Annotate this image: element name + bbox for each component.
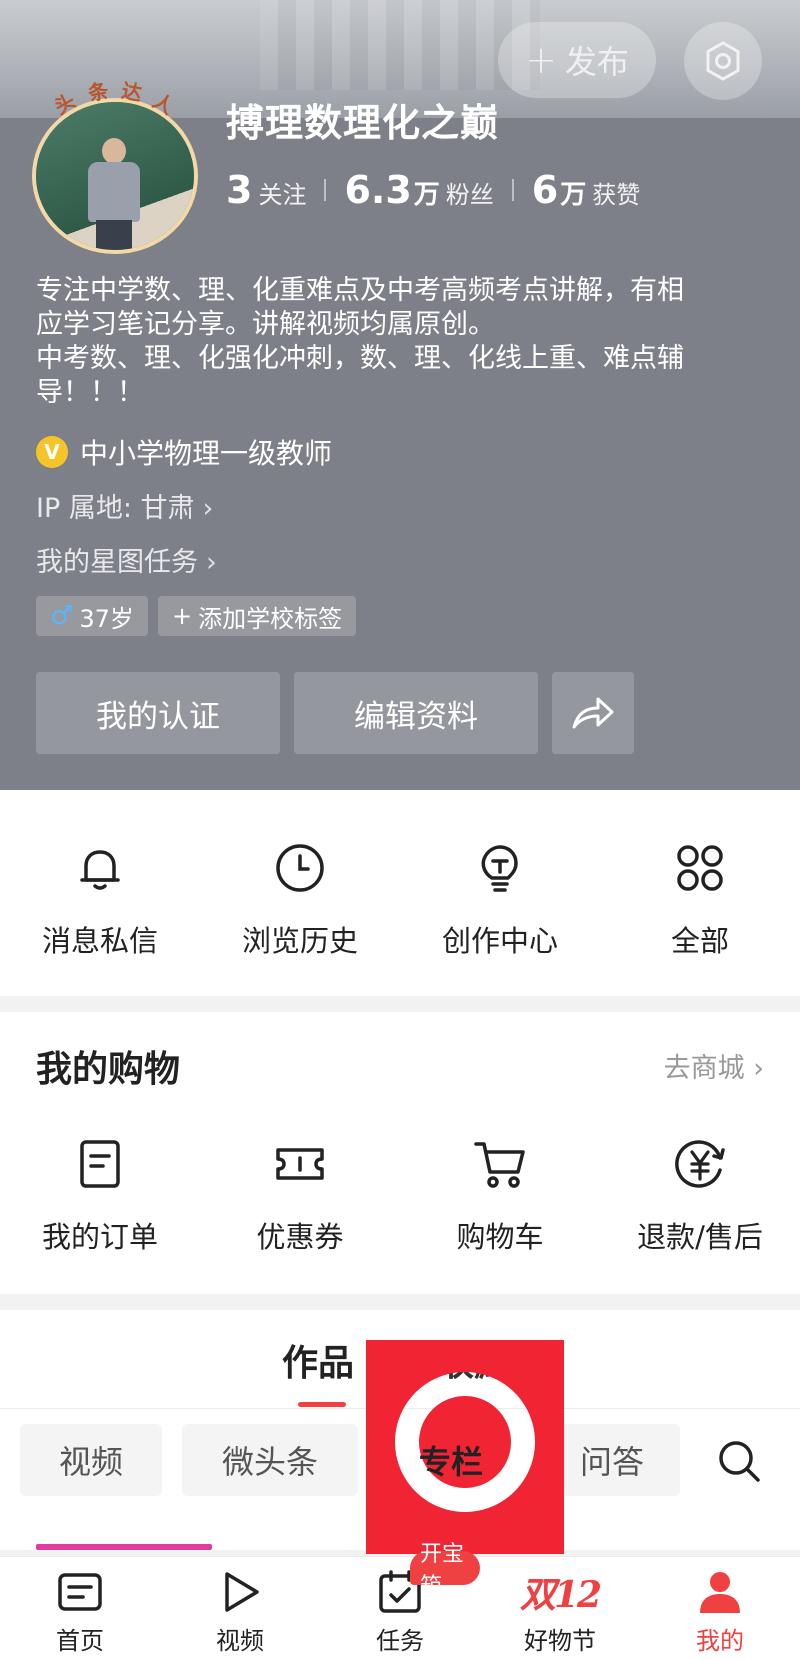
coupon-icon <box>270 1134 330 1194</box>
chip-qa[interactable]: 问答 <box>544 1424 680 1496</box>
plus-icon: + <box>172 602 193 630</box>
male-icon: ♂ <box>50 601 74 631</box>
followers-label[interactable]: 粉丝 <box>446 175 494 210</box>
bio-line: 应学习笔记分享。讲解视频均属原创。 <box>36 309 495 340</box>
shopping-coupons[interactable]: 优惠券 <box>200 1134 400 1256</box>
edit-profile-button[interactable]: 编辑资料 <box>294 672 538 754</box>
bell-icon <box>70 838 130 898</box>
profile-header: + 发布 头 条 达 人 搏理数理化之巅 3 关注 6.3 万 粉丝 6 万 获… <box>0 0 800 790</box>
chevron-right-icon: › <box>202 493 214 524</box>
profile-bio: 专注中学数、理、化重难点及中考高频考点讲解，有相 应学习笔记分享。讲解视频均属原… <box>36 274 766 410</box>
username: 搏理数理化之巅 <box>226 101 500 145</box>
chevron-right-icon: › <box>206 547 217 578</box>
quick-action-label: 浏览历史 <box>241 924 358 958</box>
share-button[interactable] <box>552 672 634 754</box>
chip-micro-post[interactable]: 微头条 <box>182 1424 358 1496</box>
lightbulb-icon <box>470 838 530 898</box>
search-icon[interactable] <box>716 1438 762 1484</box>
shopping-item-label: 购物车 <box>456 1220 544 1254</box>
star-task-link[interactable]: 我的星图任务 › <box>36 540 217 579</box>
chip-video[interactable]: 视频 <box>20 1424 162 1496</box>
go-to-mall-link[interactable]: 去商城 › <box>664 1046 764 1085</box>
shopping-item-label: 退款/售后 <box>637 1220 763 1254</box>
bio-line: 中考数、理、化强化冲刺，数、理、化线上重、难点辅 <box>36 343 684 374</box>
cart-icon <box>470 1134 530 1194</box>
following-label[interactable]: 关注 <box>258 175 306 210</box>
promo-logo-text: 双12 <box>519 1574 602 1616</box>
promo-logo: 双12 <box>510 1569 610 1616</box>
publish-label: 发布 <box>564 43 629 81</box>
bottom-navigation: 首页 视频 任务 开宝箱 双12 好物节 我的 <box>0 1542 800 1660</box>
bio-line: 专注中学数、理、化重难点及中考高频考点讲解，有相 <box>36 275 684 306</box>
star-task-text: 我的星图任务 <box>36 547 198 578</box>
nav-label: 首页 <box>56 1627 104 1655</box>
quick-action-history[interactable]: 浏览历史 <box>200 838 400 960</box>
avatar[interactable]: 头 条 达 人 <box>32 78 202 254</box>
profile-stats: 3 关注 6.3 万 粉丝 6 万 获赞 <box>226 168 640 212</box>
likes-unit: 万 <box>560 180 587 210</box>
age-tag-label: 37岁 <box>79 604 134 633</box>
add-school-tag-button[interactable]: + 添加学校标签 <box>158 596 357 636</box>
nav-home[interactable]: 首页 <box>0 1557 160 1660</box>
shopping-refund[interactable]: 退款/售后 <box>600 1134 800 1256</box>
add-school-tag-label: 添加学校标签 <box>198 604 343 633</box>
following-count[interactable]: 3 <box>226 168 252 212</box>
share-icon <box>572 697 614 729</box>
followers-unit: 万 <box>413 180 440 210</box>
content-preview-strip <box>36 1544 212 1550</box>
likes-label[interactable]: 获赞 <box>592 175 640 210</box>
plus-icon: + <box>525 38 557 82</box>
verified-title: V 中小学物理一级教师 <box>36 432 332 472</box>
home-icon <box>56 1569 104 1615</box>
clock-icon <box>270 838 330 898</box>
followers-count[interactable]: 6.3 <box>344 168 411 212</box>
chip-column-label: 专栏 <box>418 1443 483 1481</box>
bio-line: 导！！！ <box>36 377 144 408</box>
shopping-item-label: 优惠券 <box>256 1220 344 1254</box>
grid-icon <box>670 838 730 898</box>
shopping-orders[interactable]: 我的订单 <box>0 1134 200 1256</box>
publish-button[interactable]: + 发布 <box>498 22 656 98</box>
go-to-mall-label: 去商城 <box>663 1053 745 1084</box>
age-tag: ♂ 37岁 <box>36 596 148 636</box>
nav-label: 视频 <box>216 1627 264 1655</box>
quick-action-creator-center[interactable]: 创作中心 <box>400 838 600 960</box>
tab-works[interactable]: 作品 <box>282 1334 354 1386</box>
certify-label: 我的认证 <box>96 698 220 735</box>
tab-active-indicator <box>298 1402 346 1407</box>
person-icon <box>696 1569 744 1615</box>
nav-me[interactable]: 我的 <box>640 1557 800 1660</box>
nav-label: 我的 <box>696 1627 744 1655</box>
verified-icon: V <box>36 436 68 468</box>
shopping-section: 我的购物 去商城 › 我的订单 优惠券 购物车 退款/售后 <box>0 1012 800 1294</box>
nav-label: 任务 <box>376 1627 424 1655</box>
quick-action-messages[interactable]: 消息私信 <box>0 838 200 960</box>
quick-actions: 消息私信 浏览历史 创作中心 全部 <box>0 790 800 996</box>
quick-action-label: 消息私信 <box>41 924 158 958</box>
chevron-right-icon: › <box>753 1053 764 1084</box>
shopping-cart[interactable]: 购物车 <box>400 1134 600 1256</box>
quick-action-label: 创作中心 <box>441 924 558 958</box>
nav-tasks[interactable]: 任务 开宝箱 <box>320 1542 480 1660</box>
order-icon <box>70 1134 130 1194</box>
settings-button[interactable] <box>684 22 762 100</box>
quick-action-all[interactable]: 全部 <box>600 838 800 960</box>
certify-button[interactable]: 我的认证 <box>36 672 280 754</box>
refund-icon <box>670 1134 730 1194</box>
shopping-title: 我的购物 <box>36 1049 181 1090</box>
edit-profile-label: 编辑资料 <box>354 698 478 735</box>
shopping-item-label: 我的订单 <box>41 1220 158 1254</box>
nav-shopping-festival[interactable]: 双12 好物节 <box>480 1557 640 1660</box>
likes-count[interactable]: 6 <box>532 168 558 212</box>
ip-location-text: IP 属地: 甘肃 <box>36 493 195 524</box>
gear-icon <box>706 41 740 81</box>
play-icon <box>216 1569 264 1615</box>
ip-location-link[interactable]: IP 属地: 甘肃 › <box>36 486 213 525</box>
nav-label: 好物节 <box>524 1627 596 1655</box>
treasure-badge[interactable]: 开宝箱 <box>410 1542 480 1599</box>
nav-video[interactable]: 视频 <box>160 1557 320 1660</box>
quick-action-label: 全部 <box>670 924 729 958</box>
verified-text: 中小学物理一级教师 <box>80 437 333 470</box>
